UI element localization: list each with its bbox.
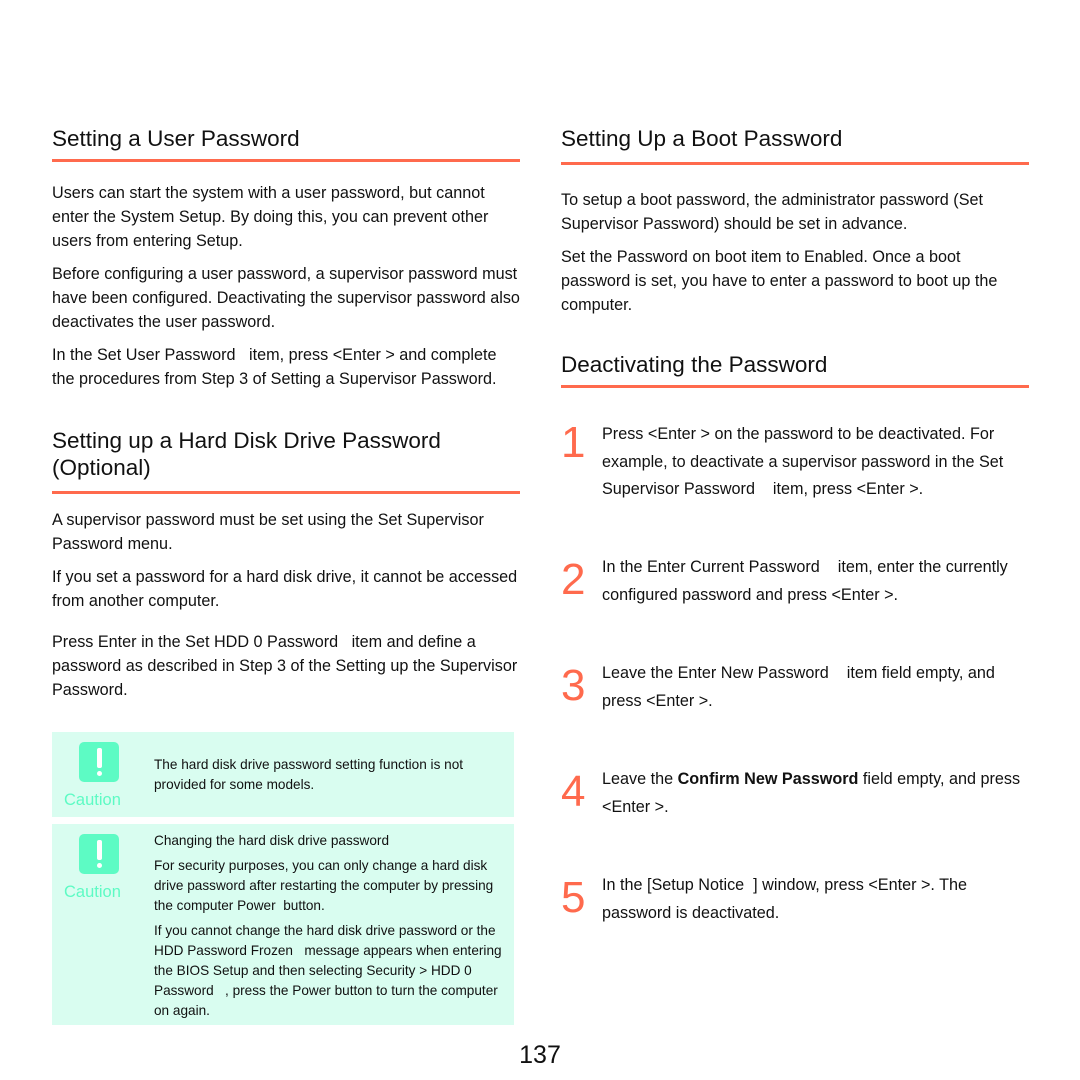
heading-underline <box>52 491 520 494</box>
step-item: 5 In the [Setup Notice ] window, press <… <box>561 872 1031 927</box>
paragraph: A supervisor password must be set using … <box>52 511 484 553</box>
right-column: Setting Up a Boot Password To setup a bo… <box>561 125 1029 388</box>
step-item: 2 In the Enter Current Password item, en… <box>561 554 1031 609</box>
step-item: 4 Leave the Confirm New Password field e… <box>561 766 1031 821</box>
heading-underline <box>52 159 520 162</box>
caution-paragraph: The hard disk drive password setting fun… <box>154 757 464 792</box>
paragraph: Set the Password on boot item to Enabled… <box>561 248 998 314</box>
step-number: 2 <box>561 555 586 604</box>
section-heading-user-password: Setting a User Password <box>52 126 300 151</box>
exclamation-icon <box>79 834 119 874</box>
caution-text: The hard disk drive password setting fun… <box>154 755 509 795</box>
paragraph: To setup a boot password, the administra… <box>561 191 983 233</box>
caution-box: Caution The hard disk drive password set… <box>52 732 514 817</box>
step-number: 5 <box>561 873 586 922</box>
paragraph: Before configuring a user password, a su… <box>52 265 520 331</box>
exclamation-icon <box>79 742 119 782</box>
step-text-part: Leave the <box>602 770 678 788</box>
paragraph: Users can start the system with a user p… <box>52 184 489 250</box>
caution-box: Caution Changing the hard disk drive pas… <box>52 824 514 1025</box>
section-heading-deactivating: Deactivating the Password <box>561 352 828 377</box>
step-text: In the Enter Current Password item, ente… <box>602 558 1013 604</box>
left-column: Setting a User Password Users can start … <box>52 125 520 702</box>
caution-paragraph: If you cannot change the hard disk drive… <box>154 923 506 1018</box>
caution-paragraph: For security purposes, you can only chan… <box>154 858 498 913</box>
page-number: 137 <box>519 1041 561 1069</box>
section-heading-boot-password: Setting Up a Boot Password <box>561 126 843 151</box>
caution-text: Changing the hard disk drive password Fo… <box>154 831 509 1021</box>
step-number: 4 <box>561 767 586 816</box>
step-item: 3 Leave the Enter New Password item fiel… <box>561 660 1031 715</box>
paragraph: Press Enter in the Set HDD 0 Password it… <box>52 633 522 699</box>
paragraph: If you set a password for a hard disk dr… <box>52 568 518 610</box>
step-text: Leave the Confirm New Password field emp… <box>602 766 1031 821</box>
step-text: Press <Enter > on the password to be dea… <box>602 425 1008 498</box>
step-number: 1 <box>561 418 586 467</box>
heading-underline <box>561 162 1029 165</box>
heading-underline <box>561 385 1029 388</box>
step-number: 3 <box>561 661 586 710</box>
step-item: 1 Press <Enter > on the password to be d… <box>561 421 1031 504</box>
step-text: In the [Setup Notice ] window, press <En… <box>602 876 972 922</box>
caution-label: Caution <box>64 791 121 809</box>
paragraph: In the Set User Password item, press <En… <box>52 346 501 388</box>
step-text-bold: Confirm New Password <box>677 770 859 788</box>
section-heading-hdd-password: Setting up a Hard Disk Drive Password (O… <box>52 428 441 480</box>
caution-paragraph: Changing the hard disk drive password <box>154 833 390 848</box>
caution-label: Caution <box>64 883 121 901</box>
step-text: Leave the Enter New Password item field … <box>602 664 1000 710</box>
